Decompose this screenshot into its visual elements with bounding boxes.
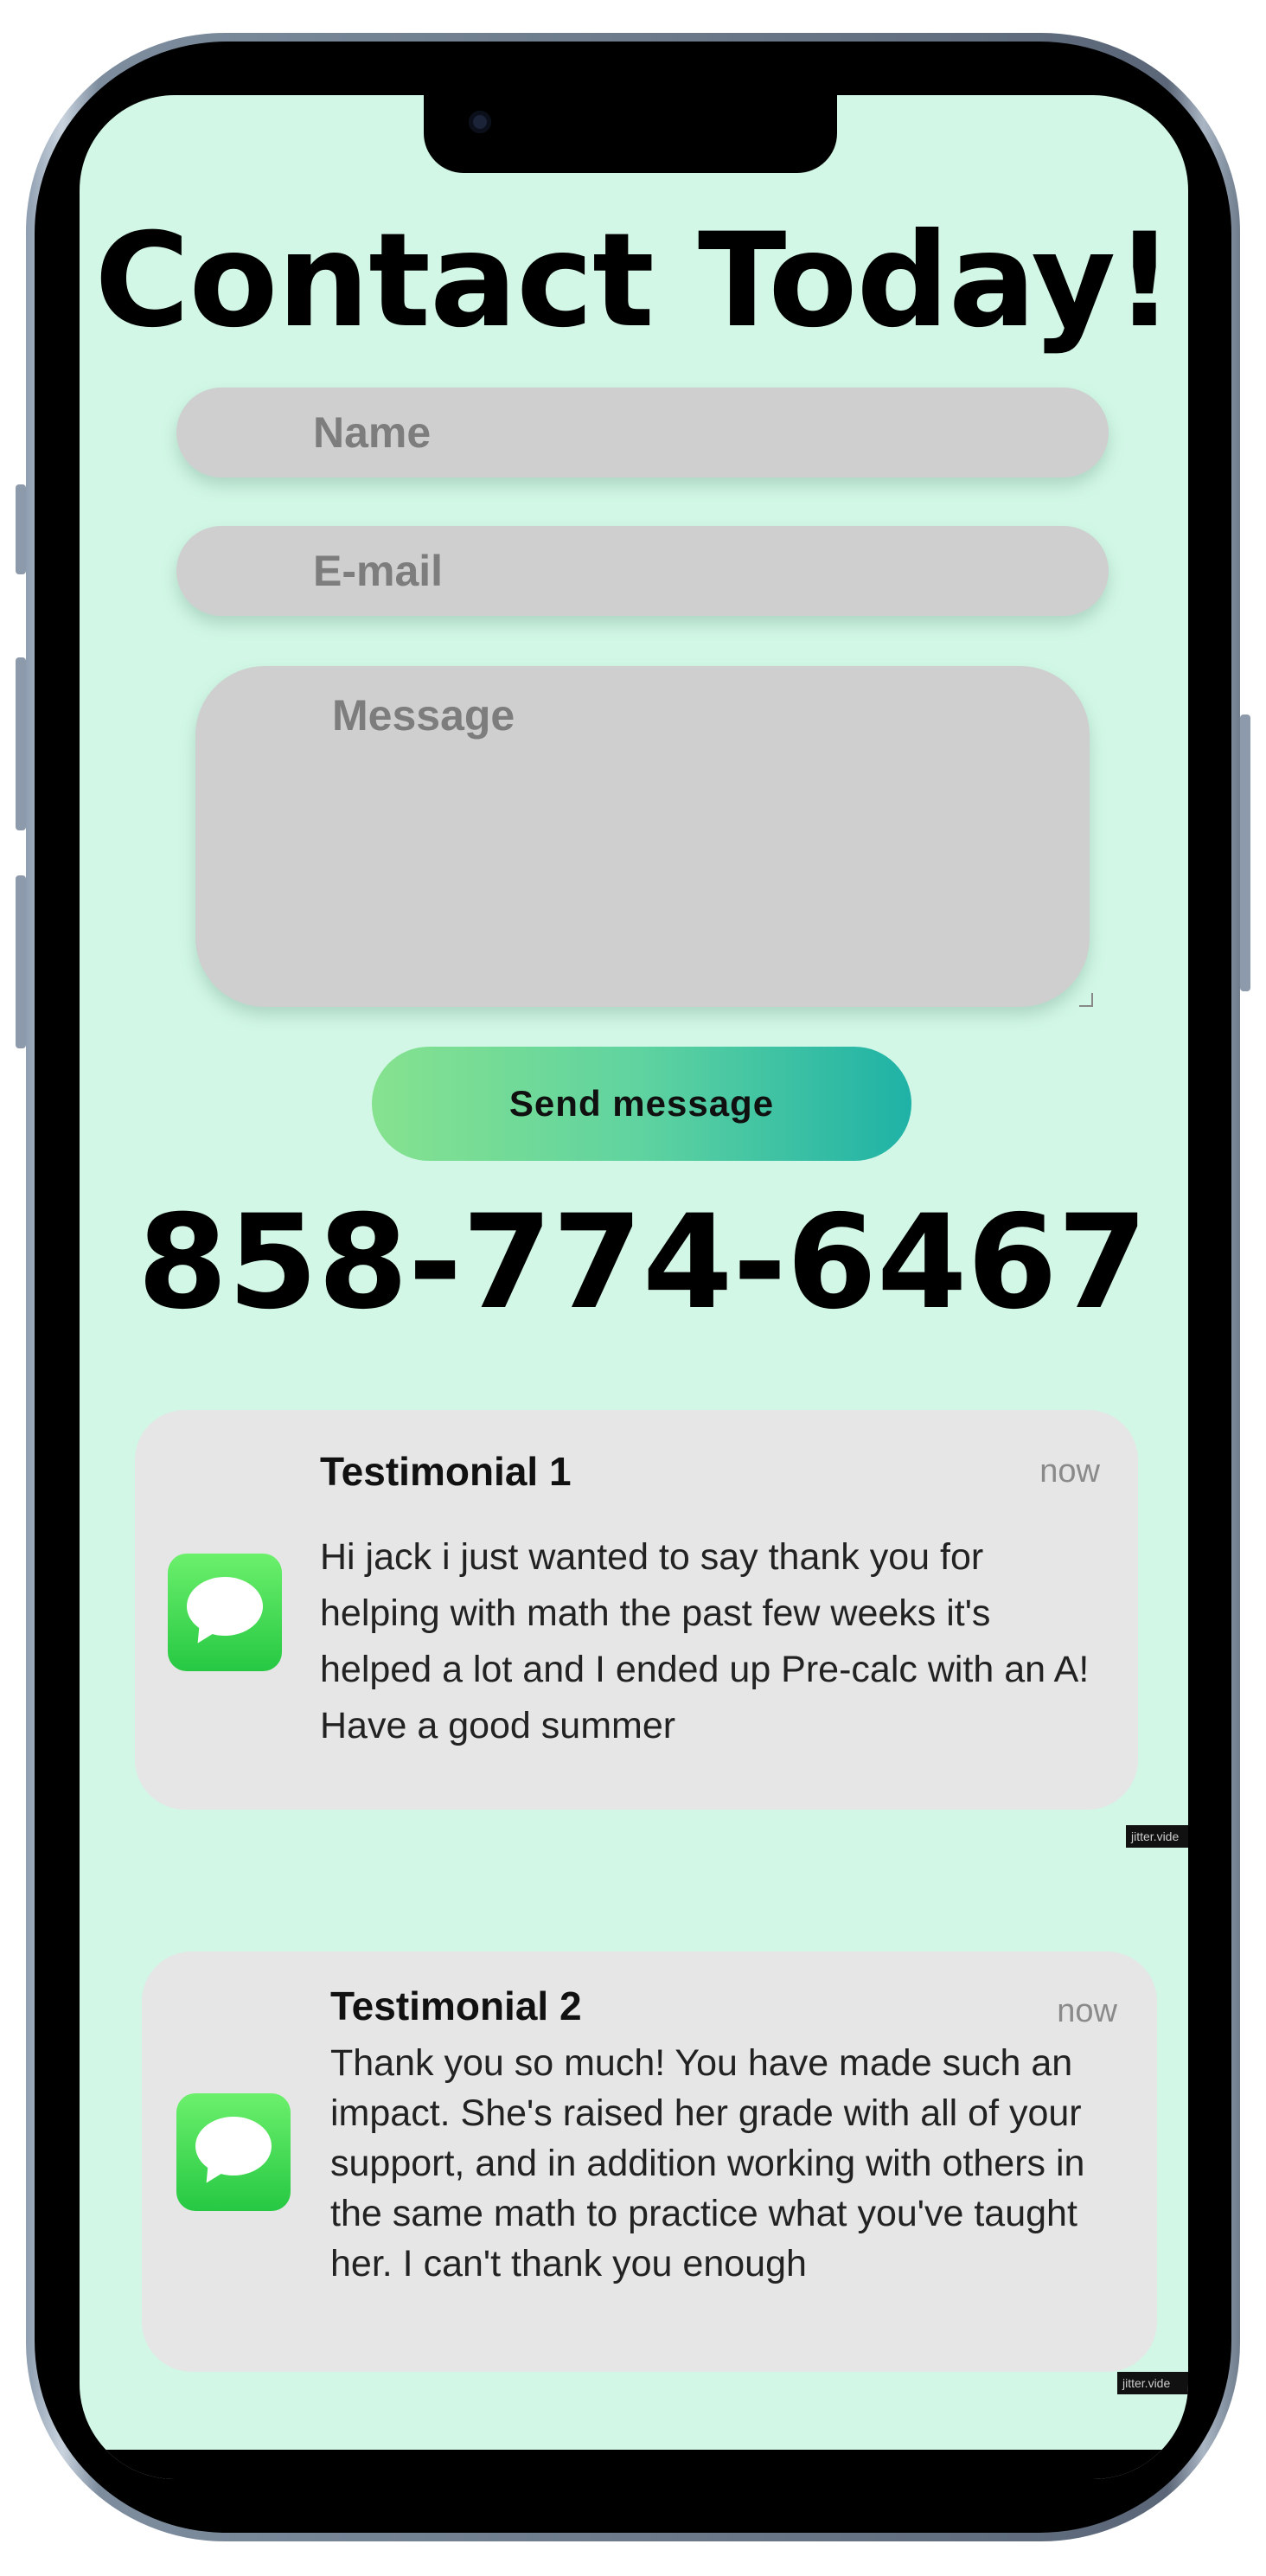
testimonial-title: Testimonial 1 xyxy=(320,1449,572,1494)
page-title: Contact Today! xyxy=(94,206,1173,356)
messages-app-icon xyxy=(176,2093,291,2211)
front-camera-icon xyxy=(469,111,491,133)
testimonial-card: Testimonial 2 now Thank you so much! You… xyxy=(142,1951,1157,2372)
screen-bottom-edge xyxy=(80,2450,1188,2479)
message-textarea[interactable] xyxy=(195,666,1090,1007)
testimonial-body: Thank you so much! You have made such an… xyxy=(330,2042,1085,2284)
textarea-resize-handle[interactable] xyxy=(1079,993,1093,1007)
email-input[interactable] xyxy=(176,526,1109,616)
notch xyxy=(424,95,837,173)
send-message-button[interactable]: Send message xyxy=(372,1047,911,1161)
testimonial-body: Hi jack i just wanted to say thank you f… xyxy=(320,1536,1090,1746)
testimonial-time: now xyxy=(1039,1453,1100,1490)
power-button xyxy=(1240,714,1250,991)
testimonial-time: now xyxy=(1057,1993,1117,2029)
phone-screen: Contact Today! Send message 858-774-6467… xyxy=(80,95,1188,2479)
watermark: jitter.vide xyxy=(1117,2372,1188,2394)
action-button xyxy=(16,484,26,574)
testimonial-title: Testimonial 2 xyxy=(330,1983,582,2028)
volume-up-button xyxy=(16,657,26,830)
testimonial-card: Testimonial 1 now Hi jack i just wanted … xyxy=(135,1410,1138,1810)
name-input[interactable] xyxy=(176,388,1109,477)
phone-number: 858-774-6467 xyxy=(137,1188,1148,1338)
messages-app-icon xyxy=(168,1554,282,1671)
watermark: jitter.vide xyxy=(1126,1825,1188,1848)
volume-down-button xyxy=(16,875,26,1048)
